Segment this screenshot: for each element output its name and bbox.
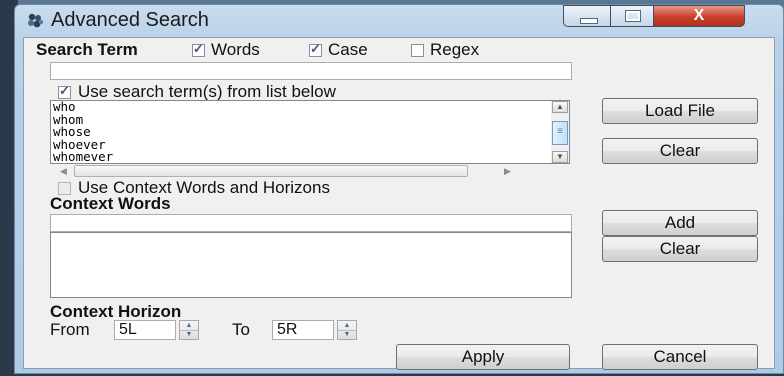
close-button[interactable]: X	[653, 5, 745, 27]
words-checkbox[interactable]	[192, 41, 205, 57]
scroll-down-icon[interactable]: ▼	[552, 151, 568, 163]
words-label: Words	[211, 40, 260, 59]
list-item[interactable]: whoever	[51, 138, 569, 152]
maximize-button[interactable]	[610, 5, 654, 27]
advanced-search-window: Advanced Search X Search Term Words Case…	[14, 4, 784, 374]
to-spinner[interactable]: 5R ▲ ▼	[272, 320, 357, 340]
load-file-button[interactable]: Load File	[602, 98, 758, 124]
list-item[interactable]: whose	[51, 126, 569, 139]
app-icon	[28, 13, 44, 28]
list-vertical-scrollbar[interactable]: ▲ ≡ ▼	[551, 101, 569, 163]
title-bar[interactable]: Advanced Search X	[15, 5, 784, 37]
dialog-body: Search Term Words Case Regex Use search …	[23, 37, 775, 370]
from-spin-buttons[interactable]: ▲ ▼	[179, 320, 199, 340]
minimize-button[interactable]	[563, 5, 611, 27]
scroll-left-icon[interactable]: ◀	[60, 165, 67, 177]
list-item[interactable]: who	[51, 101, 569, 114]
search-terms-list[interactable]: who whom whose whoever whomever ▲ ≡ ▼	[50, 100, 570, 164]
scroll-up-icon[interactable]: ▲	[552, 101, 568, 113]
case-label: Case	[328, 40, 368, 59]
spin-down-icon[interactable]: ▼	[338, 330, 356, 339]
window-title: Advanced Search	[51, 9, 209, 31]
use-list-checkbox[interactable]	[58, 83, 71, 99]
add-button[interactable]: Add	[602, 210, 758, 236]
clear-list-button[interactable]: Clear	[602, 138, 758, 164]
apply-button[interactable]: Apply	[396, 344, 570, 370]
search-term-input[interactable]	[50, 62, 572, 80]
context-words-list[interactable]	[50, 232, 572, 298]
to-label: To	[232, 320, 250, 339]
regex-checkbox[interactable]	[411, 44, 424, 57]
list-item[interactable]: whomever	[51, 151, 569, 163]
scroll-thumb[interactable]: ≡	[552, 121, 568, 145]
close-icon: X	[693, 7, 705, 24]
case-checkbox[interactable]	[309, 41, 322, 57]
list-horizontal-scrollbar[interactable]: ◀ ▶	[60, 165, 520, 179]
from-label: From	[50, 320, 90, 339]
maximize-icon	[625, 10, 641, 22]
use-list-label: Use search term(s) from list below	[78, 82, 336, 101]
context-words-label: Context Words	[50, 194, 171, 213]
minimize-icon	[580, 18, 598, 24]
to-spin-buttons[interactable]: ▲ ▼	[337, 320, 357, 340]
from-spinner[interactable]: 5L ▲ ▼	[114, 320, 199, 340]
search-term-label: Search Term	[36, 40, 138, 59]
to-value: 5R	[277, 321, 298, 338]
spin-down-icon[interactable]: ▼	[180, 330, 198, 339]
context-horizon-label: Context Horizon	[50, 302, 182, 321]
list-item[interactable]: whom	[51, 113, 569, 127]
clear-context-button[interactable]: Clear	[602, 236, 758, 262]
horizontal-scroll-thumb[interactable]	[74, 165, 468, 177]
scroll-right-icon[interactable]: ▶	[504, 165, 511, 177]
regex-label: Regex	[430, 40, 480, 59]
from-value: 5L	[119, 321, 137, 338]
cancel-button[interactable]: Cancel	[602, 344, 758, 370]
context-word-input[interactable]	[50, 214, 572, 232]
